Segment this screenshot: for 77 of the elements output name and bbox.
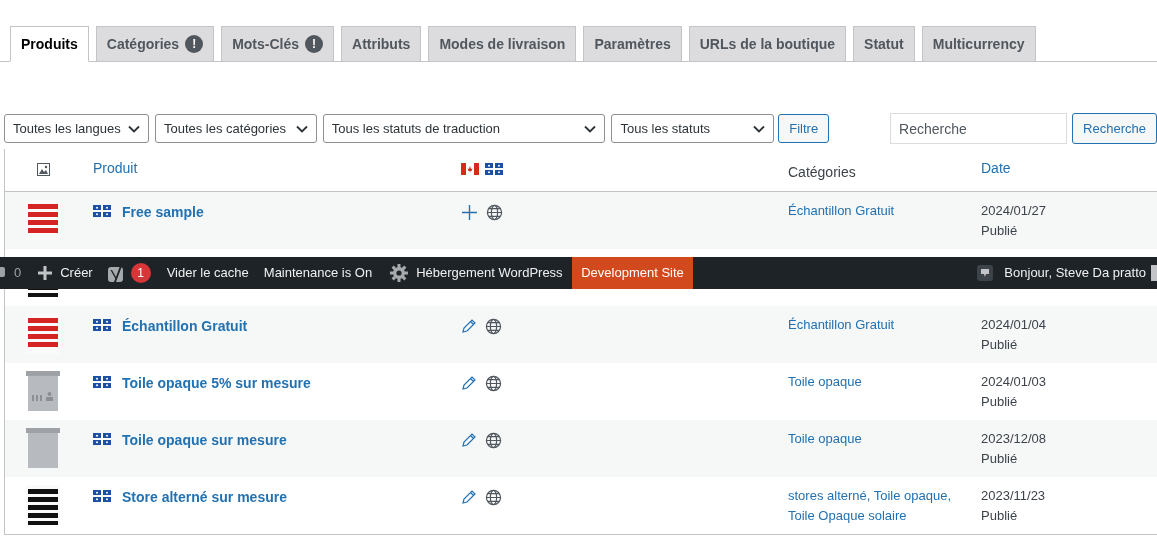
tab[interactable]: Mots-Clés ! — [221, 26, 335, 62]
globe-icon[interactable] — [485, 318, 502, 335]
globe-icon[interactable] — [485, 489, 502, 506]
tab[interactable]: Multicurrency — [921, 26, 1036, 62]
date-text: 2024/01/03 — [981, 373, 1047, 391]
environment-label[interactable]: Development Site — [571, 257, 694, 289]
dropdown-value: Tous les statuts — [620, 119, 711, 138]
notification-badge: 1 — [130, 263, 151, 283]
filter-button[interactable]: Filtre — [778, 114, 830, 143]
tab[interactable]: Produits — [10, 26, 89, 62]
product-link[interactable]: Toile opaque sur mesure — [122, 430, 287, 451]
tab[interactable]: Paramètres — [583, 26, 682, 62]
dropdown-value: Tous les statuts de traduction — [331, 119, 501, 138]
date-text: 2024/01/04 — [981, 316, 1047, 334]
tab[interactable]: Attributs — [341, 26, 422, 62]
quebec-flag-icon — [93, 490, 111, 502]
category-link[interactable]: Échantillon Gratuit — [788, 201, 969, 221]
greeting-text[interactable]: Bonjour, Steve Da pratto — [1004, 263, 1146, 283]
column-header[interactable]: Date — [981, 160, 1011, 176]
alert-badge: ! — [185, 35, 204, 53]
date-text: 2023/11/23 — [981, 487, 1046, 505]
alert-badge: ! — [305, 35, 324, 53]
status-text: Publié — [981, 450, 1019, 468]
dropdown-value: Toutes les langues — [13, 119, 121, 138]
category-link[interactable]: Toile opaque — [788, 372, 969, 392]
new-link[interactable]: Créer — [60, 263, 93, 283]
pencil-icon[interactable] — [461, 432, 477, 448]
globe-icon[interactable] — [486, 204, 503, 221]
status-text: Publié — [981, 507, 1019, 525]
search-button[interactable]: Recherche — [1072, 113, 1157, 144]
globe-icon[interactable] — [485, 432, 502, 449]
quebec-flag-icon — [93, 205, 111, 217]
product-link[interactable]: Toile opaque 5% sur mesure — [122, 373, 311, 394]
product-link[interactable]: Échantillon Gratuit — [122, 316, 248, 337]
quebec-flag-icon — [93, 433, 111, 445]
admin-bar-link[interactable]: Maintenance is On — [263, 263, 373, 283]
category-link[interactable]: Échantillon Gratuit — [788, 315, 969, 335]
pencil-icon[interactable] — [461, 318, 477, 334]
gear-icon[interactable] — [390, 264, 409, 282]
date-text: 2023/12/08 — [981, 430, 1047, 448]
globe-icon[interactable] — [485, 375, 502, 392]
tab[interactable]: Statut — [853, 26, 915, 62]
category-link[interactable]: Toile opaque — [788, 429, 969, 449]
quebec-flag-icon — [93, 376, 111, 388]
canada-flag-icon — [461, 163, 479, 175]
tab[interactable]: Catégories ! — [95, 26, 215, 62]
pencil-icon[interactable] — [461, 375, 477, 391]
filter-dropdown[interactable]: Toutes les catégories — [154, 114, 317, 143]
product-link[interactable]: Free sample — [122, 202, 204, 223]
status-text: Publié — [981, 336, 1019, 354]
quebec-flag-icon — [485, 163, 503, 175]
admin-bar-link[interactable]: Vider le cache — [166, 263, 249, 283]
filter-dropdown[interactable]: Tous les statuts — [611, 114, 775, 143]
tab[interactable]: URLs de la boutique — [688, 26, 847, 62]
chevron-down-icon — [295, 124, 308, 133]
tab[interactable]: Modes de livraison — [428, 26, 577, 62]
product-link[interactable]: Store alterné sur mesure — [122, 487, 287, 508]
filter-dropdown[interactable]: Tous les statuts de traduction — [322, 114, 606, 143]
filter-dropdown[interactable]: Toutes les langues — [4, 114, 149, 143]
date-text: 2024/01/27 — [981, 202, 1047, 220]
search-field[interactable]: Recherche — [890, 113, 1068, 144]
quebec-flag-icon — [93, 319, 111, 331]
plus-icon[interactable] — [461, 204, 478, 221]
image-icon — [36, 163, 50, 176]
chevron-down-icon — [753, 124, 766, 133]
comment-count[interactable]: 0 — [14, 263, 22, 283]
chevron-down-icon — [127, 124, 140, 133]
column-header[interactable]: Produit — [93, 160, 138, 176]
category-link[interactable]: stores alterné, Toile opaque, Toile Opaque solaire — [788, 486, 969, 526]
column-header: Catégories — [788, 164, 856, 180]
status-text: Publié — [981, 222, 1019, 240]
dropdown-value: Toutes les catégories — [163, 119, 287, 138]
chevron-down-icon — [584, 124, 597, 133]
admin-bar-link[interactable]: Hébergement WordPress — [416, 263, 563, 283]
pencil-icon[interactable] — [461, 489, 477, 505]
plus-icon[interactable] — [38, 266, 53, 280]
status-text: Publié — [981, 393, 1019, 411]
